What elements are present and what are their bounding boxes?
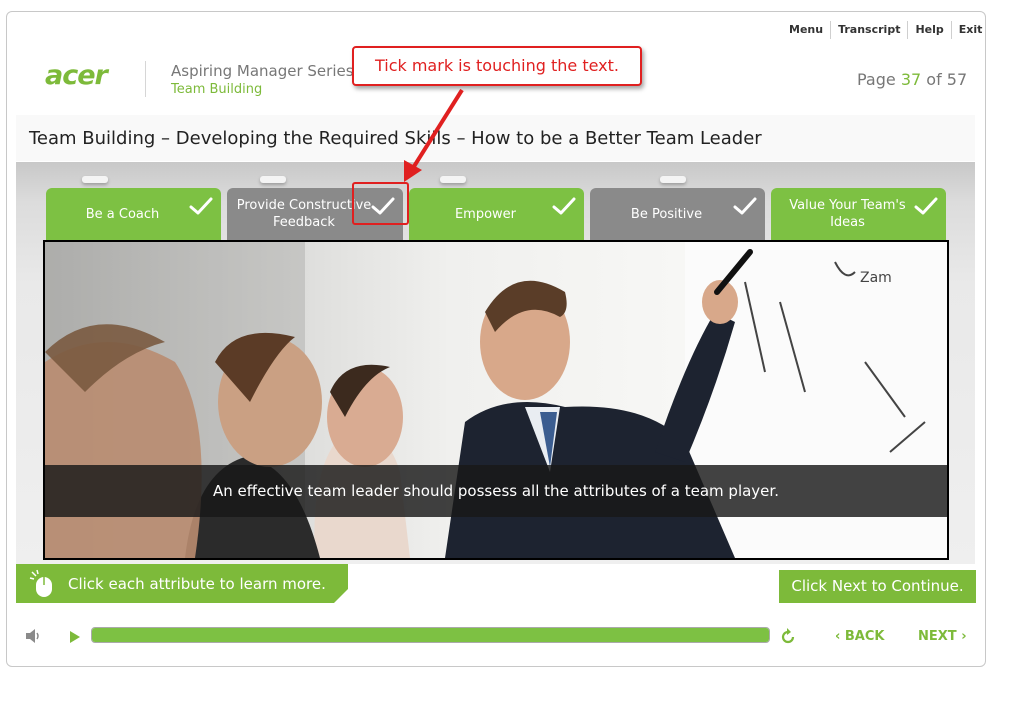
top-menu: Menu Transcript Help Exit — [782, 21, 989, 41]
next-button[interactable]: NEXT › — [918, 629, 967, 644]
page-title: Team Building – Developing the Required … — [29, 128, 762, 149]
ceiling-lamp — [260, 176, 286, 183]
svg-text:acer: acer — [45, 60, 110, 90]
replay-icon[interactable] — [779, 628, 797, 650]
volume-icon[interactable] — [25, 628, 41, 647]
tab-label: Empower — [454, 206, 517, 222]
page-of: of — [926, 70, 942, 89]
page-counter: Page 37 of 57 — [857, 70, 967, 89]
exit-link[interactable]: Exit — [950, 21, 990, 39]
menu-link[interactable]: Menu — [782, 21, 830, 39]
header-divider — [145, 61, 146, 97]
instruction-text: Click each attribute to learn more. — [68, 575, 326, 593]
help-link[interactable]: Help — [907, 21, 950, 39]
next-label: NEXT — [918, 629, 957, 644]
page-current: 37 — [900, 70, 922, 89]
tab-value-your-teams-ideas[interactable]: Value Your Team's Ideas — [771, 188, 946, 240]
tab-label: Be a Coach — [85, 206, 160, 222]
checkmark-icon — [914, 197, 938, 215]
tab-label: Be Positive — [630, 206, 703, 222]
page-total: 57 — [946, 70, 968, 89]
page-prefix: Page — [857, 70, 896, 89]
tab-be-positive[interactable]: Be Positive — [590, 188, 765, 240]
checkmark-icon — [552, 197, 576, 215]
next-message: Click Next to Continue. — [779, 570, 976, 603]
transcript-link[interactable]: Transcript — [830, 21, 907, 39]
module-title: Team Building — [171, 82, 263, 97]
tab-be-a-coach[interactable]: Be a Coach — [46, 188, 221, 240]
title-bar: Team Building – Developing the Required … — [16, 115, 975, 161]
checkmark-icon — [733, 197, 757, 215]
chevron-left-icon: ‹ — [835, 629, 841, 644]
progress-bar[interactable] — [91, 627, 770, 643]
annotation-callout: Tick mark is touching the text. — [352, 46, 642, 86]
back-label: BACK — [844, 629, 885, 644]
acer-logo: acer — [45, 60, 125, 94]
ceiling-lamp — [82, 176, 108, 183]
banner-fold — [334, 589, 348, 603]
instruction-banner: Click each attribute to learn more. — [16, 564, 348, 603]
ceiling-lamp — [440, 176, 466, 183]
annotation-highlight-box — [352, 182, 409, 225]
back-button[interactable]: ‹ BACK — [835, 629, 884, 644]
caption-bar: An effective team leader should possess … — [45, 465, 947, 517]
tab-label: Value Your Team's Ideas — [789, 198, 906, 230]
tab-empower[interactable]: Empower — [409, 188, 584, 240]
team-photo: Zam An effective team leader should poss… — [43, 240, 949, 560]
chevron-right-icon: › — [961, 629, 967, 644]
progress-fill — [92, 628, 769, 642]
series-title: Aspiring Manager Series — [171, 62, 354, 80]
checkmark-icon — [189, 197, 213, 215]
mouse-click-icon — [29, 569, 52, 597]
ceiling-lamp — [660, 176, 686, 183]
play-icon[interactable] — [69, 629, 81, 648]
svg-text:Zam: Zam — [860, 270, 892, 286]
